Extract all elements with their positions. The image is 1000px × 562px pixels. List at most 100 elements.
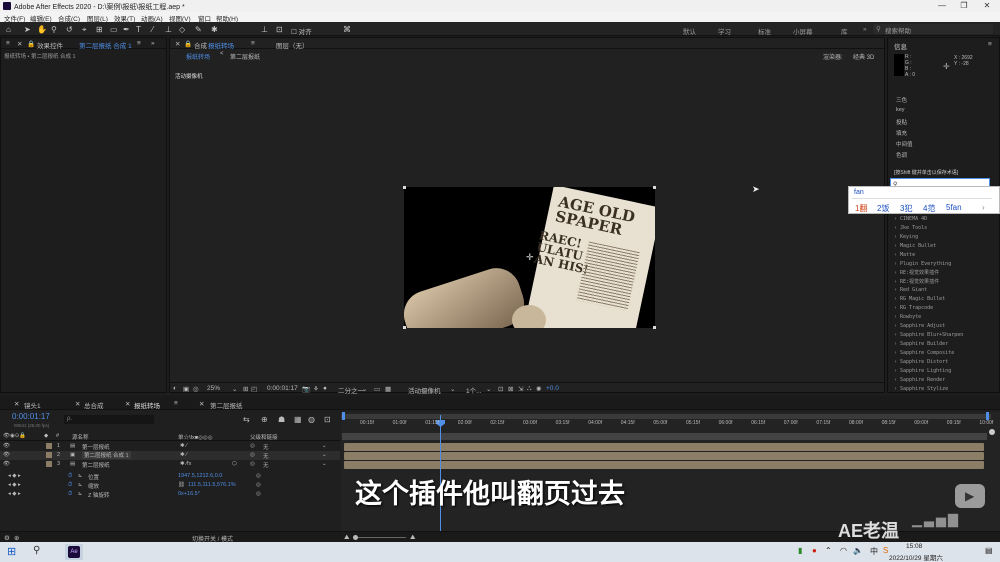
ime-tray-icon[interactable]: S (883, 546, 888, 555)
chevron-down-icon[interactable]: ⌄ (450, 385, 455, 393)
switch-icons[interactable]: ✱ ⁄fx (180, 461, 191, 467)
shy-layers-icon[interactable]: ☗ (278, 415, 285, 424)
effect-category[interactable]: › Sapphire Composite (894, 350, 954, 356)
rotate-tool-icon[interactable]: ↺ (66, 25, 73, 34)
panel-menu-icon[interactable]: ≡ (137, 40, 141, 47)
region-icon[interactable]: ▣ (183, 385, 189, 393)
property-row[interactable]: ◂ ◆ ▸ ⏱ ⊾ 缩放 ⛓ 111.5,111.5,576.1% ◎ (0, 481, 340, 490)
chevron-down-icon[interactable]: ⌄ (322, 452, 327, 458)
handle-tr-icon[interactable] (653, 186, 656, 189)
zoom-select[interactable]: 25% (207, 385, 220, 392)
effect-category[interactable]: › Sapphire Adjust (894, 323, 945, 329)
comp-tab[interactable]: 报纸转场 (208, 40, 234, 50)
home-icon[interactable]: ⌂ (6, 25, 11, 34)
color-icon[interactable]: ● (323, 385, 327, 392)
label-color-swatch[interactable] (46, 443, 52, 449)
info-item-6[interactable]: 色调 (896, 151, 907, 159)
property-value[interactable]: 0x+16.5° (178, 491, 200, 497)
stopwatch-icon[interactable]: ⏱ (68, 473, 72, 480)
effect-category[interactable]: › Sapphire Stylize (894, 386, 948, 392)
taskbar-ae-button[interactable]: Ae (65, 544, 83, 560)
roi-icon[interactable]: ▭ (374, 385, 380, 393)
camera-tool-icon[interactable]: ⌖ (82, 25, 87, 35)
close-tab-icon[interactable]: ✕ (199, 400, 204, 408)
ime-candidate-2[interactable]: 2饭 (877, 203, 889, 214)
snap-options-icon[interactable]: ⌘ (343, 25, 351, 34)
battery-icon[interactable]: ▮ (798, 546, 802, 555)
visibility-icon[interactable]: 👁 (3, 452, 10, 458)
effect-category[interactable]: › Sapphire Render (894, 377, 945, 383)
subtab-layer2[interactable]: 第二层报纸 (230, 52, 260, 61)
selection-tool-icon[interactable]: ➤ (24, 25, 31, 34)
timeline-tab-2[interactable]: 总合成 (84, 400, 104, 410)
layer-row[interactable]: 👁 3 ▤ 第二层报纸 ✱ ⁄fx ⬡ ◎ 无 ⌄ (0, 460, 340, 469)
stopwatch-icon[interactable]: ⏱ (68, 482, 72, 489)
comp-mini-flow-icon[interactable]: ⇆ (243, 415, 250, 424)
timeline-search-input[interactable]: ρ. (64, 415, 154, 424)
effect-category[interactable]: › RG Trapcode (894, 305, 933, 311)
chevron-down-icon[interactable]: ⌄ (486, 385, 491, 393)
minimize-button[interactable]: — (935, 1, 949, 10)
windows-start-icon[interactable]: ⊞ (7, 545, 16, 558)
expand-icon[interactable]: » (151, 40, 155, 47)
effect-controls-tab[interactable]: 效果控件 (37, 40, 63, 50)
timeline-tab-1[interactable]: 镜头1 (24, 400, 41, 410)
expression-pickwhip-icon[interactable]: ◎ (256, 473, 261, 479)
effect-category[interactable]: › Sapphire Blur+Sharpen (894, 332, 963, 338)
property-row[interactable]: ◂ ◆ ▸ ⏱ ⊾ Z 轴旋转 0x+16.5° ◎ (0, 490, 340, 499)
effect-category[interactable]: › Sapphire Builder (894, 341, 948, 347)
frame-blending-icon[interactable]: ▦ (294, 415, 302, 424)
zoom-in-icon[interactable]: ⛰ (410, 534, 415, 542)
clock-time[interactable]: 15:08 (906, 543, 922, 550)
visibility-icon[interactable]: 👁 (3, 443, 10, 449)
rectangle-tool-icon[interactable]: ▭ (110, 25, 118, 34)
layer-row[interactable]: 👁 1 ▤ 第一层报纸 ✱ ⁄ ◎ 无 ⌄ (0, 442, 340, 451)
work-area-bar[interactable] (341, 414, 991, 419)
exposure-value[interactable]: +0.0 (546, 385, 559, 392)
workspace-learn[interactable]: 学习 (718, 26, 731, 36)
panel-menu-icon[interactable]: ≡ (988, 41, 992, 48)
timeline-tab-3[interactable]: 报纸转场 (134, 400, 160, 410)
property-value[interactable]: 1947.5,1212.6,0.0 (178, 473, 222, 479)
timeline-tab-4[interactable]: 第二层报纸 (210, 400, 243, 410)
timeline-scroll-thumb[interactable] (989, 429, 995, 435)
work-area-end-handle[interactable] (986, 412, 989, 420)
label-color-swatch[interactable] (46, 452, 52, 458)
render-time-icon[interactable]: ⚙ (4, 534, 10, 542)
info-item-4[interactable]: 填充 (896, 129, 907, 137)
tray-expand-icon[interactable]: ⌃ (825, 546, 832, 555)
effect-category[interactable]: › CINEMA 4D (894, 216, 927, 222)
type-tool-icon[interactable]: T (136, 25, 141, 34)
mask-icon[interactable]: ◎ (193, 385, 199, 393)
snapshot-icon[interactable]: 📷 (302, 385, 310, 393)
close-tab-icon[interactable]: ✕ (14, 400, 19, 408)
property-row[interactable]: ◂ ◆ ▸ ⏱ ⊾ 位置 1947.5,1212.6,0.0 ◎ (0, 472, 340, 481)
effect-category[interactable]: › Sapphire Distort (894, 359, 948, 365)
clone-stamp-tool-icon[interactable]: ⊥ (165, 25, 172, 34)
layer-name[interactable]: 第二层报纸 (82, 461, 110, 469)
switch-icons[interactable]: ✱ ⁄ (180, 443, 187, 449)
keyframe-nav-icon[interactable]: ◂ ◆ ▸ (8, 482, 21, 488)
timeline-timecode[interactable]: 0:00:01:17 (12, 412, 50, 421)
workspace-more-icon[interactable]: » (863, 26, 867, 33)
effect-category[interactable]: › Jke Tools (894, 225, 927, 231)
transparency-grid-icon[interactable]: ▩ (385, 385, 391, 393)
workspace-small-screen[interactable]: 小屏幕 (793, 26, 813, 36)
close-panel-icon[interactable]: ✕ (175, 40, 180, 48)
layout-icon[interactable]: ⊡ (498, 385, 503, 393)
zoom-tool-icon[interactable]: ⚲ (51, 25, 57, 34)
workspace-default[interactable]: 默认 (683, 26, 696, 36)
zoom-out-icon[interactable]: ⛰ (344, 534, 349, 542)
resolution-select[interactable]: 二分之一 (338, 385, 364, 395)
views-select[interactable]: 1个... (466, 385, 482, 395)
expand-switches-icon[interactable]: ⊕ (14, 534, 19, 542)
stopwatch-icon[interactable]: ⏱ (68, 491, 72, 498)
handle-bl-icon[interactable] (403, 326, 406, 329)
graph-editor-icon[interactable]: ⊡ (324, 415, 331, 424)
chevron-down-icon[interactable]: ⌄ (362, 385, 367, 393)
ime-candidate-1[interactable]: 1翻 (855, 203, 867, 214)
effect-category[interactable]: › RG Magic Bullet (894, 296, 945, 302)
motion-blur-icon[interactable]: ◍ (308, 415, 315, 424)
wifi-icon[interactable]: ◠ (840, 546, 847, 555)
pan-behind-tool-icon[interactable]: ⊞ (96, 25, 103, 34)
